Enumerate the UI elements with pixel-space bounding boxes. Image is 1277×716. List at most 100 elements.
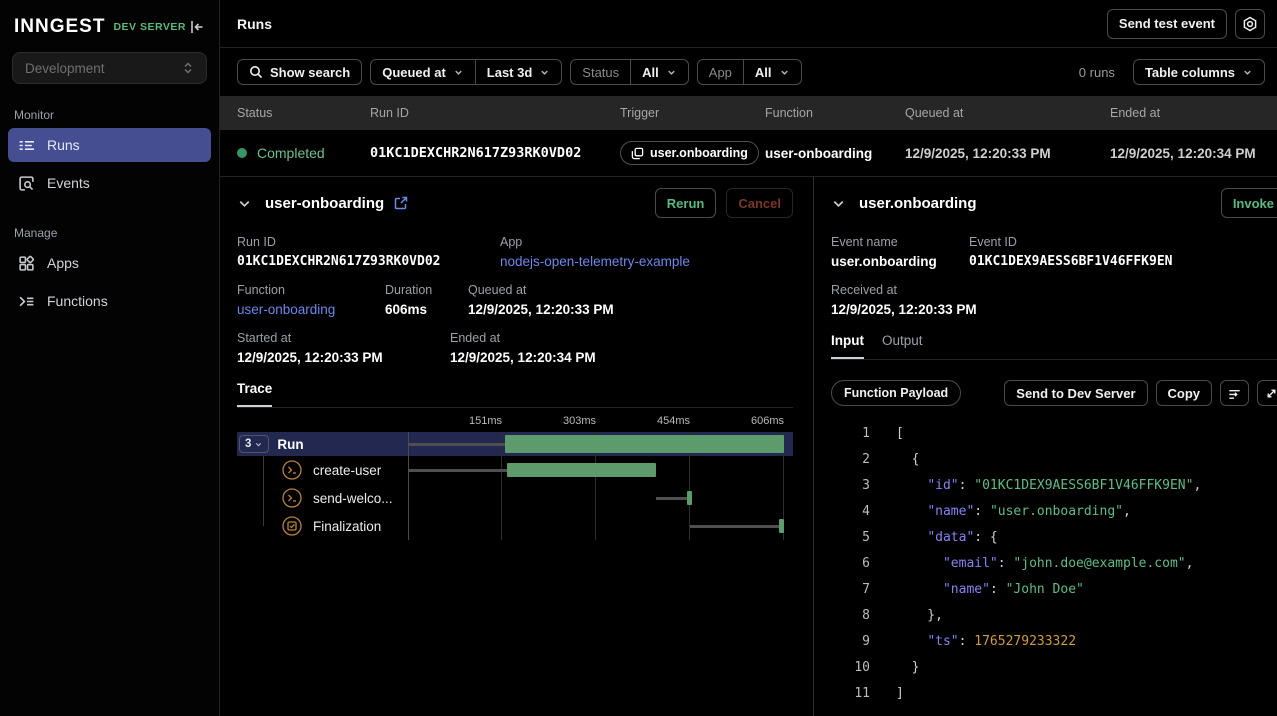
status-badge: Completed — [257, 145, 325, 161]
app-filter-group: App All — [697, 59, 802, 85]
started-at-value: 12/9/2025, 12:20:33 PM — [237, 350, 450, 365]
sidebar-item-functions[interactable]: Functions — [8, 284, 211, 318]
expand-count-badge[interactable]: 3 — [239, 435, 269, 453]
line-number: 5 — [831, 530, 870, 545]
queued-at-filter[interactable]: Queued at — [371, 60, 475, 84]
code-line: 10 } — [831, 654, 1277, 680]
code-line: 1[ — [831, 420, 1277, 446]
event-panel-tabs: Input Output — [831, 333, 1277, 360]
run-panel-header: user-onboarding Rerun Cancel — [237, 185, 793, 221]
wrap-text-button[interactable] — [1220, 380, 1249, 406]
line-number: 6 — [831, 556, 870, 571]
received-at-label: Received at — [831, 283, 977, 297]
trace-step-chart — [408, 512, 793, 540]
code-line: 11] — [831, 680, 1277, 706]
code-text: [ — [896, 426, 904, 441]
trace-step-chart — [408, 484, 793, 512]
trigger-badge[interactable]: user.onboarding — [620, 141, 759, 165]
run-panel-tabs: Trace — [237, 381, 793, 408]
trace-row[interactable]: create-user — [237, 456, 793, 484]
line-number: 11 — [831, 686, 870, 701]
run-detail-panel: user-onboarding Rerun Cancel Run ID 01KC… — [220, 177, 813, 716]
code-text: } — [896, 660, 919, 675]
trace-exec-bar — [687, 491, 691, 505]
sidebar-item-runs[interactable]: Runs — [8, 128, 211, 162]
event-title: user.onboarding — [859, 195, 977, 212]
app-filter[interactable]: All — [744, 60, 801, 84]
main-content: Runs Send test event Show search Queued … — [220, 0, 1277, 716]
sidebar-item-apps[interactable]: Apps — [8, 246, 211, 280]
collapse-sidebar-icon[interactable] — [189, 19, 205, 35]
functions-icon — [18, 293, 35, 310]
tab-input[interactable]: Input — [831, 333, 864, 359]
function-cell: user-onboarding — [765, 146, 905, 161]
invoke-button[interactable]: Invoke — [1221, 188, 1277, 218]
copy-button[interactable]: Copy — [1156, 380, 1213, 406]
chevron-down-icon[interactable] — [237, 196, 252, 211]
trace-step-name: create-user — [237, 456, 408, 484]
trace-wait-bar — [656, 497, 687, 500]
trace-exec-bar — [505, 435, 784, 453]
tab-output[interactable]: Output — [882, 333, 923, 359]
column-header-status: Status — [237, 106, 370, 120]
line-number: 8 — [831, 608, 870, 623]
app-link[interactable]: nodejs-open-telemetry-example — [500, 254, 690, 269]
trace-step-chart — [408, 456, 793, 484]
function-link[interactable]: user-onboarding — [237, 302, 385, 317]
line-number: 2 — [831, 452, 870, 467]
payload-type-badge: Function Payload — [831, 380, 961, 406]
app-filter-label: App — [698, 60, 743, 84]
event-name-label: Event name — [831, 235, 969, 249]
code-text: ] — [896, 686, 904, 701]
send-test-event-button[interactable]: Send test event — [1107, 9, 1227, 39]
status-filter[interactable]: All — [631, 60, 688, 84]
cancel-button[interactable]: Cancel — [726, 188, 793, 218]
app-root: INNGEST DEV SERVER Development Monitor R… — [0, 0, 1277, 716]
time-range-label: Last 3d — [487, 65, 533, 80]
run-title: user-onboarding — [265, 195, 384, 212]
page-title: Runs — [237, 16, 272, 32]
axis-tick: 151ms — [469, 415, 502, 427]
queued-at-label: Queued at — [382, 65, 446, 80]
step-terminal-icon — [281, 459, 303, 481]
show-search-button[interactable]: Show search — [237, 59, 362, 85]
run-row-chart — [408, 432, 793, 456]
external-link-icon[interactable] — [394, 196, 408, 210]
axis-tick: 454ms — [657, 415, 690, 427]
status-cell: Completed — [237, 145, 370, 161]
trace-row[interactable]: send-welco... — [237, 484, 793, 512]
code-block[interactable]: 1[2 {3 "id": "01KC1DEX9AESS6BF1V46FFK9EN… — [831, 420, 1277, 716]
chevron-down-icon[interactable] — [831, 196, 846, 211]
trace-wait-bar — [690, 525, 779, 528]
table-columns-button[interactable]: Table columns — [1133, 59, 1265, 85]
code-text: "email": "john.doe@example.com", — [896, 556, 1193, 571]
show-search-label: Show search — [270, 65, 350, 80]
workspace-select[interactable]: Development — [12, 52, 207, 84]
code-line: 6 "email": "john.doe@example.com", — [831, 550, 1277, 576]
code-text: "data": { — [896, 530, 998, 545]
rerun-button[interactable]: Rerun — [655, 188, 717, 218]
trace-row[interactable]: Finalization — [237, 512, 793, 540]
code-line: 9 "ts": 1765279233322 — [831, 628, 1277, 654]
trace-run-name: 3 Run — [237, 432, 408, 456]
code-text: }, — [896, 608, 943, 623]
code-line: 7 "name": "John Doe" — [831, 576, 1277, 602]
axis-tick: 606ms — [751, 415, 784, 427]
inngest-logo: INNGEST — [14, 16, 105, 38]
trace-rows: create-user send-welco... Finalization — [237, 456, 793, 540]
table-row[interactable]: Completed 01KC1DEXCHR2N617Z93RK0VD02 use… — [220, 130, 1277, 176]
tab-trace[interactable]: Trace — [237, 381, 272, 407]
run-id-cell: 01KC1DEXCHR2N617Z93RK0VD02 — [370, 145, 620, 161]
send-to-dev-server-button[interactable]: Send to Dev Server — [1004, 380, 1147, 406]
event-id-label: Event ID — [969, 235, 1173, 249]
trace-step-label: send-welco... — [313, 491, 393, 506]
line-number: 3 — [831, 478, 870, 493]
expand-button[interactable] — [1257, 380, 1277, 406]
settings-button[interactable] — [1235, 9, 1265, 39]
column-header-run-id: Run ID — [370, 106, 620, 120]
trace-run-row[interactable]: 3 Run — [237, 432, 793, 456]
sidebar-item-events[interactable]: Events — [8, 166, 211, 200]
time-range-filter[interactable]: Last 3d — [476, 60, 562, 84]
trace-wait-bar — [408, 469, 507, 472]
app-label: App — [500, 235, 690, 249]
